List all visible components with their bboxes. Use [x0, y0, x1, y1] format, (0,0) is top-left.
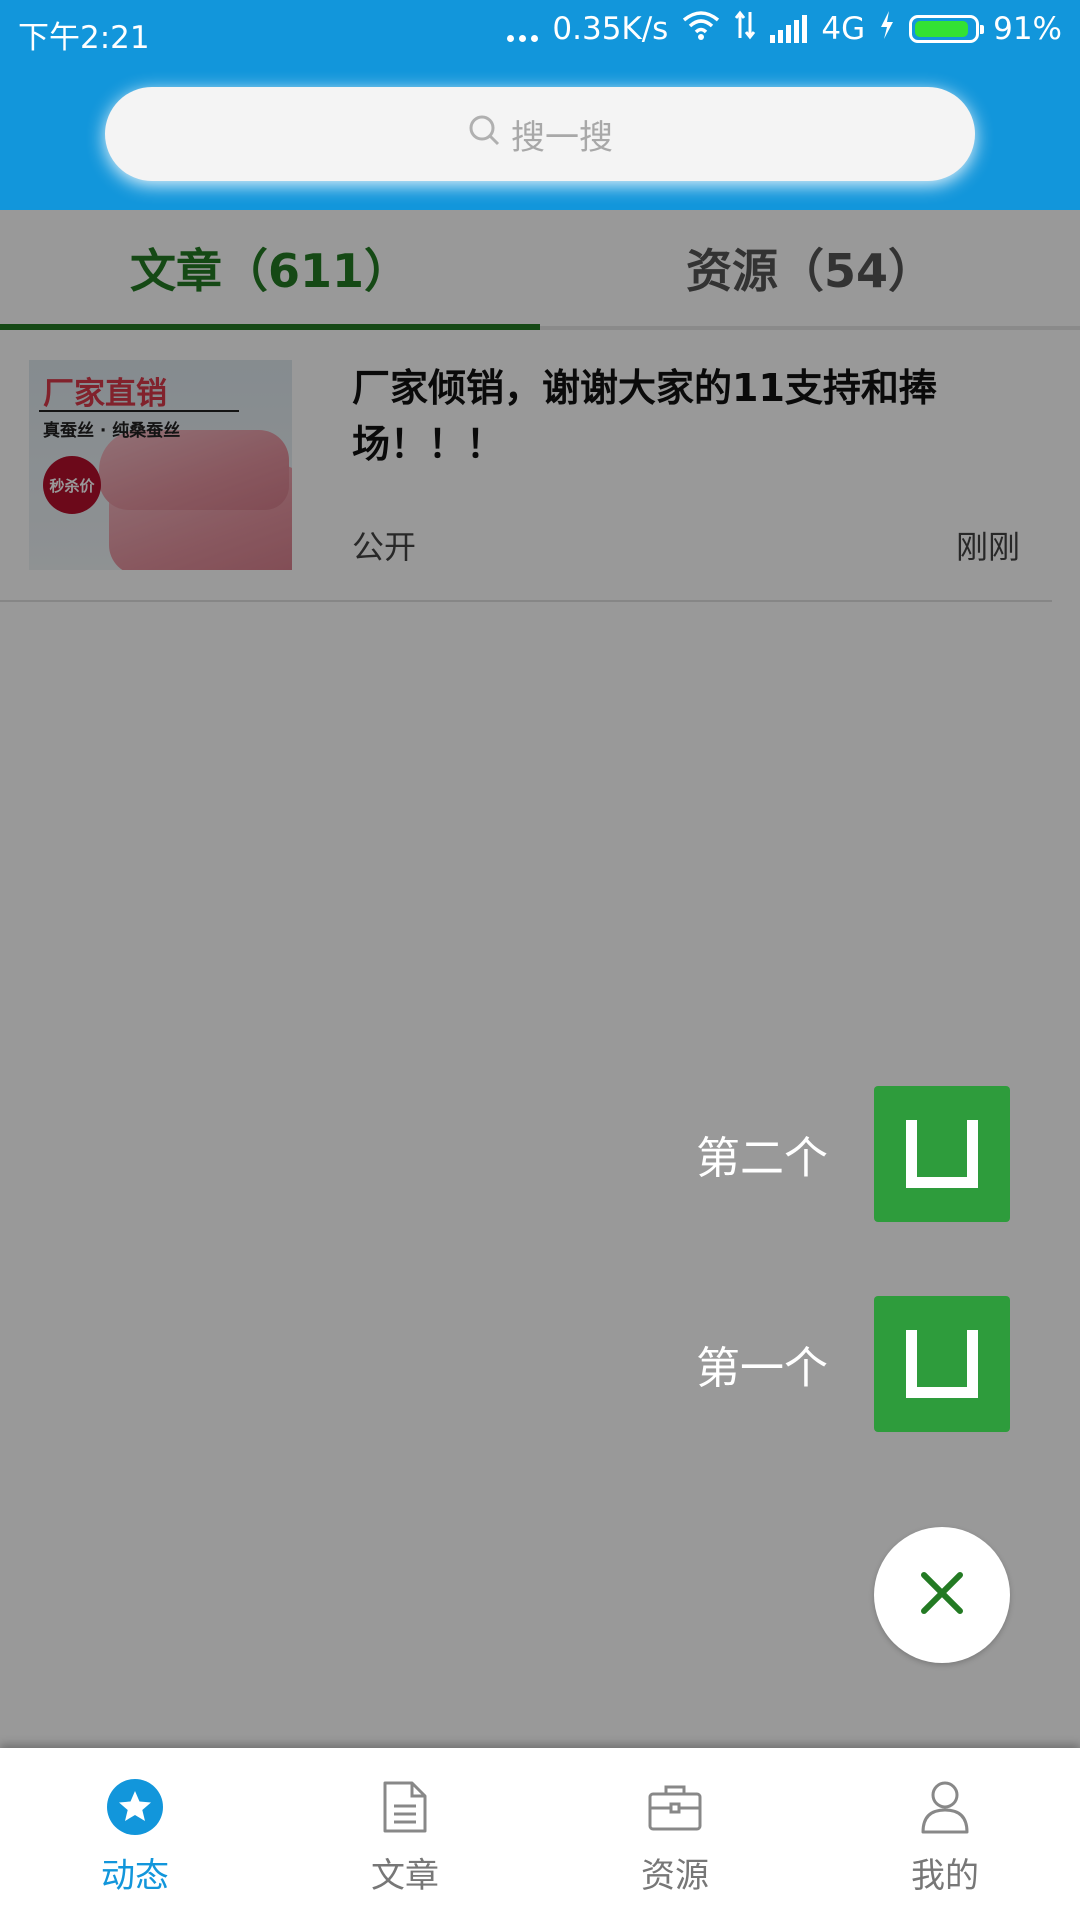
nav-label: 动态 — [101, 1856, 169, 1896]
fab-menu-item-second[interactable]: 第二个 — [696, 1086, 1010, 1222]
document-icon — [376, 1778, 434, 1836]
nav-label: 文章 — [371, 1856, 439, 1896]
fab-mini-button[interactable] — [874, 1086, 1010, 1222]
user-icon — [916, 1778, 974, 1836]
nav-item-articles[interactable]: 文章 — [270, 1748, 540, 1920]
u-shape-icon — [906, 1330, 978, 1398]
search-placeholder: 搜一搜 — [511, 117, 613, 158]
fab-mini-button[interactable] — [874, 1296, 1010, 1432]
battery-level: 91% — [993, 11, 1062, 47]
data-transfer-icon — [734, 10, 756, 48]
search-input[interactable]: 搜一搜 — [105, 87, 975, 181]
nav-item-resources[interactable]: 资源 — [540, 1748, 810, 1920]
briefcase-icon — [646, 1778, 704, 1836]
wifi-icon — [682, 10, 720, 48]
bottom-navigation: 动态 文章 资源 我的 — [0, 1748, 1080, 1920]
battery-icon — [909, 15, 985, 43]
star-icon — [106, 1778, 164, 1836]
close-icon — [920, 1571, 964, 1619]
status-time: 下午2:21 — [18, 20, 150, 56]
fab-menu-item-label: 第一个 — [696, 1343, 828, 1394]
signal-icon — [770, 15, 808, 43]
more-dots-icon — [507, 14, 539, 44]
nav-item-mine[interactable]: 我的 — [810, 1748, 1080, 1920]
nav-label: 资源 — [641, 1856, 709, 1896]
fab-close-button[interactable] — [874, 1527, 1010, 1663]
network-type: 4G — [821, 11, 866, 47]
fab-menu-overlay[interactable] — [0, 0, 1080, 1748]
fab-menu-item-first[interactable]: 第一个 — [696, 1296, 1010, 1432]
fab-menu-item-label: 第二个 — [696, 1133, 828, 1184]
u-shape-icon — [906, 1120, 978, 1188]
nav-item-dynamics[interactable]: 动态 — [0, 1748, 270, 1920]
status-indicators: 0.35K/s 4G 91% — [507, 10, 1062, 48]
app-header: 下午2:21 0.35K/s 4G 91% 搜一搜 — [0, 0, 1080, 210]
search-icon — [467, 113, 501, 156]
status-bar: 下午2:21 0.35K/s 4G 91% — [0, 0, 1080, 62]
network-speed: 0.35K/s — [552, 11, 669, 47]
nav-label: 我的 — [911, 1856, 979, 1896]
charging-icon — [879, 10, 895, 48]
